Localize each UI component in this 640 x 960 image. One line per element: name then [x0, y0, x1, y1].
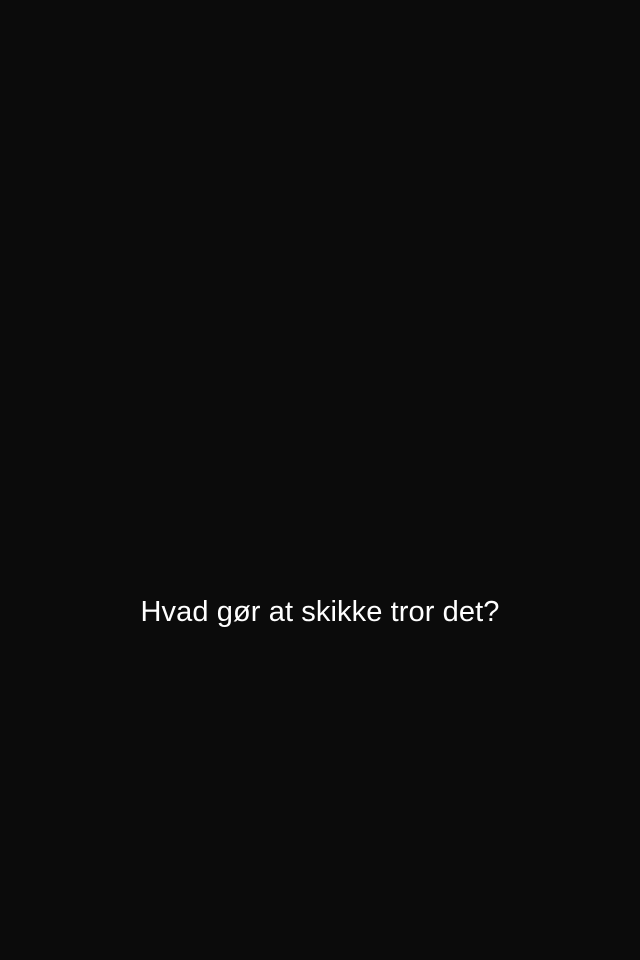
caption-text: Hvad gør at skikke tror det?	[140, 596, 500, 628]
snap-photo-canvas[interactable]: Hvad gør at skikke tror det?	[0, 0, 640, 960]
